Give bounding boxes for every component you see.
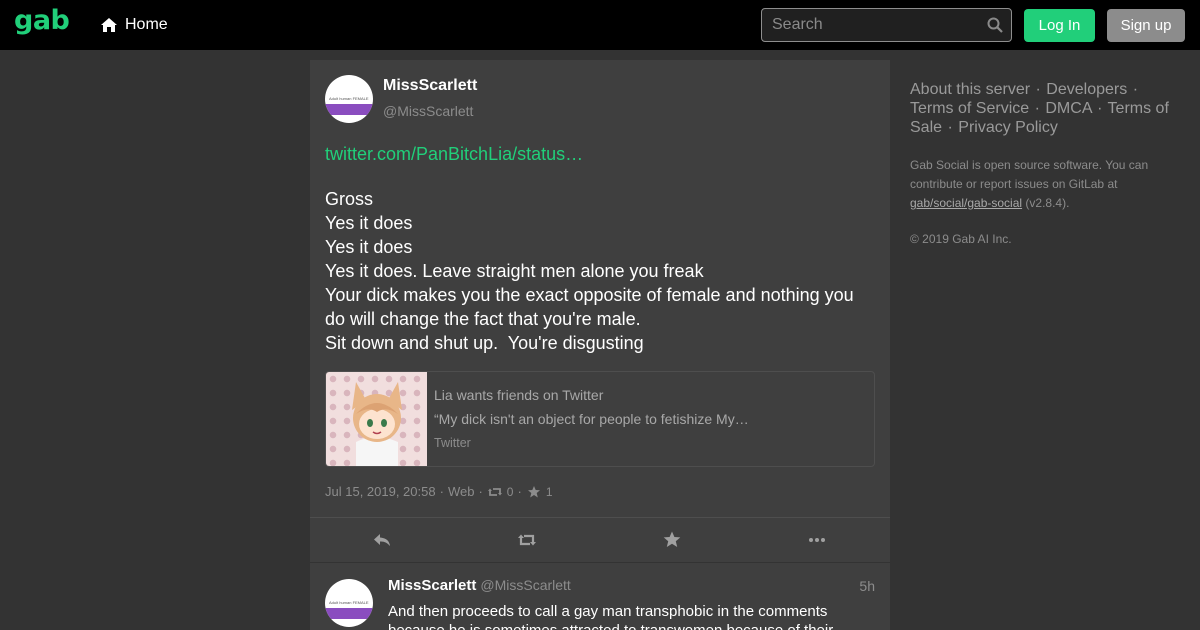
content-line: Sit down and shut up. You're disgusting [325,333,644,353]
version-text: (v2.8.4). [1022,196,1070,210]
status-timestamp[interactable]: Jul 15, 2019, 20:58 [325,484,436,499]
copyright: © 2019 Gab AI Inc. [910,232,1012,246]
action-bar [310,517,890,562]
top-bar: gab Home Log In Sign up [0,0,1200,50]
favourite-count: 1 [545,484,553,499]
boost-count-icon [487,487,502,496]
home-icon [101,18,117,32]
reply-status[interactable]: Adult human FEMALE MissScarlett @MissSca… [310,563,890,630]
home-label: Home [125,16,168,33]
card-thumbnail [326,372,427,466]
star-icon[interactable] [662,530,682,550]
content-line: Yes it does [325,213,413,233]
terms-of-service-link[interactable]: Terms of Service [910,100,1029,117]
content-line: Yes it does [325,237,413,257]
gab-logo[interactable]: gab [14,5,70,36]
status-detail: Adult human FEMALE MissScarlett @MissSca… [310,60,890,562]
reblog-count: 0 [506,484,514,499]
privacy-policy-link[interactable]: Privacy Policy [958,119,1058,136]
about-link[interactable]: About this server [910,81,1030,98]
home-link[interactable]: Home [100,14,168,36]
repo-link[interactable]: gab/social/gab-social [910,196,1022,210]
meta-separator: · [517,484,522,499]
favourite-count-icon [527,485,540,497]
status-link[interactable]: twitter.com/PanBitchLia/status… [325,144,583,165]
meta-separator: · [439,484,444,499]
log-in-button[interactable]: Log In [1024,9,1095,42]
reply-icon[interactable] [372,530,392,550]
avatar[interactable]: Adult human FEMALE [325,75,373,123]
status-meta: Jul 15, 2019, 20:58 · Web · 0 · 1 [325,484,553,499]
note-text: Gab Social is open source software. You … [910,158,1149,191]
display-name[interactable]: MissScarlett [383,77,477,95]
content-line: Yes it does. Leave straight men alone yo… [325,261,704,281]
reply-time[interactable]: 5h [859,578,875,594]
card-description: “My dick isn't an object for people to f… [434,411,749,427]
link-preview-card[interactable]: Lia wants friends on Twitter “My dick is… [325,371,875,467]
search-icon[interactable] [987,17,1003,33]
avatar-text: Adult human FEMALE [329,600,369,605]
sign-up-button[interactable]: Sign up [1107,9,1185,42]
content-line: Your dick makes you the exact opposite o… [325,285,859,329]
reply-account-handle[interactable]: @MissScarlett [480,577,570,593]
meta-separator: · [478,484,483,499]
open-source-note: Gab Social is open source software. You … [910,156,1185,213]
footer-links: About this server · Developers · Terms o… [910,81,1169,136]
content-line: Gross [325,189,374,209]
reply-header: MissScarlett @MissScarlett [388,577,571,594]
search-box[interactable] [761,8,1012,42]
reply-content: And then proceeds to call a gay man tran… [388,603,833,630]
account-handle[interactable]: @MissScarlett [383,103,473,119]
sidebar-footer: About this server · Developers · Terms o… [910,80,1185,246]
reply-avatar[interactable]: Adult human FEMALE [325,579,373,627]
dmca-link[interactable]: DMCA [1045,100,1091,117]
reply-display-name[interactable]: MissScarlett [388,577,476,594]
boost-icon[interactable] [517,530,537,550]
status-content: Gross Yes it does Yes it does Yes it doe… [325,187,875,355]
more-icon[interactable] [807,530,827,550]
card-provider: Twitter [434,436,471,450]
anime-character-image [352,382,402,466]
search-input[interactable] [772,9,982,41]
card-title: Lia wants friends on Twitter [434,387,604,403]
developers-link[interactable]: Developers [1046,81,1127,98]
status-application: Web [447,484,475,499]
avatar-text: Adult human FEMALE [329,96,369,101]
